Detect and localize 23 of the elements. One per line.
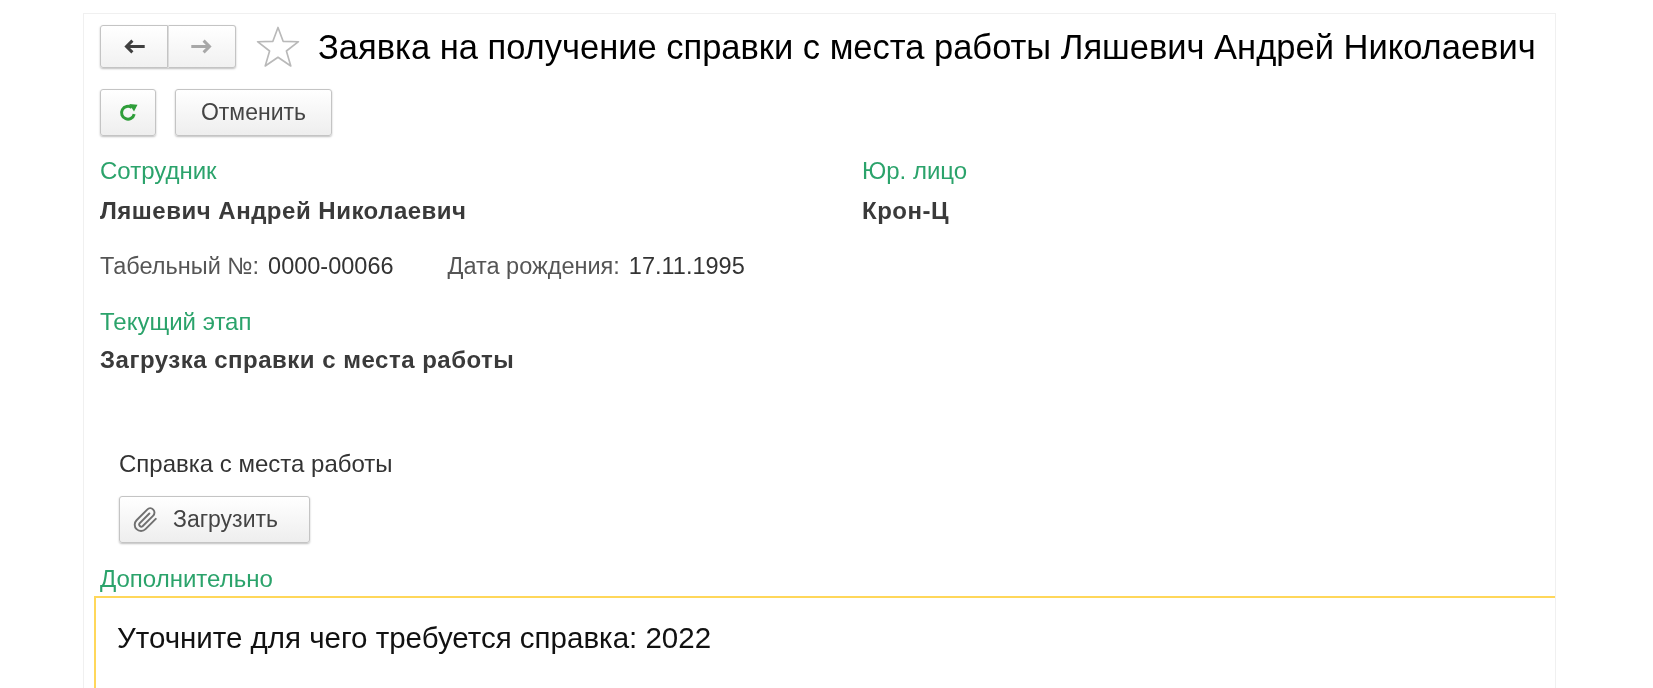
attachment-label: Справка с места работы xyxy=(119,450,393,478)
refresh-icon xyxy=(118,102,138,123)
stage-value: Загрузка справки с места работы xyxy=(100,346,515,374)
additional-label: Дополнительно xyxy=(100,565,273,593)
star-icon[interactable] xyxy=(256,25,300,68)
detail-value: 0000-00066 xyxy=(268,252,394,280)
stage-label: Текущий этап xyxy=(100,308,252,336)
field-label: Сотрудник xyxy=(100,157,217,185)
field-label: Юр. лицо xyxy=(862,157,968,185)
refresh-button[interactable] xyxy=(100,89,156,136)
right-arrow-icon xyxy=(191,39,213,54)
detail-value: 17.11.1995 xyxy=(628,252,745,280)
detail-label: Табельный №: xyxy=(100,252,260,280)
field-value: Крон-Ц xyxy=(862,197,949,225)
window-title: Заявка на получение справки с места работы Ляшевич Андрей Николаевич xyxy=(318,26,1536,68)
paperclip-icon xyxy=(131,505,160,534)
left-arrow-icon xyxy=(123,39,145,54)
detail-label: Дата рождения: xyxy=(447,252,620,280)
field-value: Ляшевич Андрей Николаевич xyxy=(100,197,467,225)
upload-button[interactable]: Загрузить xyxy=(119,496,310,543)
notes-field[interactable]: Уточните для чего требуется справка: 2022 xyxy=(94,596,1555,688)
cancel-button[interactable]: Отменить xyxy=(175,89,332,136)
back-button[interactable] xyxy=(100,25,168,68)
